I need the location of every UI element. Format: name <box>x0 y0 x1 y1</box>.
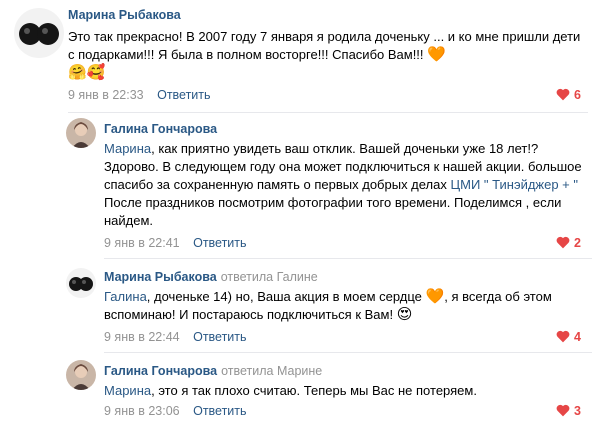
mention-link[interactable]: Марина <box>104 141 151 156</box>
comment-text: Марина, как приятно увидеть ваш отклик. … <box>104 140 592 230</box>
comment-body: , это я так плохо считаю. Теперь мы Вас … <box>151 383 477 398</box>
heart-icon <box>556 404 570 417</box>
comment-1: Марина Рыбакова Это так прекрасно! В 200… <box>0 0 600 110</box>
replied-to[interactable]: ответила Галине <box>221 270 318 284</box>
comment-author[interactable]: Галина Гончарова ответила Марине <box>104 364 322 378</box>
avatar-image <box>14 8 64 58</box>
comment-meta: 9 янв в 22:44 Ответить <box>104 330 247 344</box>
replied-to[interactable]: ответила Марине <box>221 364 322 378</box>
mention-link[interactable]: Марина <box>104 383 151 398</box>
mention-link[interactable]: Галина <box>104 289 147 304</box>
avatar-marina[interactable] <box>14 8 64 58</box>
comment-date[interactable]: 9 янв в 22:44 <box>104 330 180 344</box>
avatar-image <box>66 360 96 390</box>
like-count: 3 <box>574 404 581 418</box>
comment-author[interactable]: Марина Рыбакова <box>68 8 181 22</box>
hug-emoji: 🤗🥰 <box>68 64 106 81</box>
comment-3: Марина Рыбакова ответила Галине Галина, д… <box>0 258 600 354</box>
avatar-marina[interactable] <box>66 268 96 298</box>
comment-meta: 9 янв в 23:06 Ответить <box>104 404 247 418</box>
org-link[interactable]: ЦМИ " Тинэйджер + " <box>451 177 579 192</box>
heart-eyes-emoji: 😍 <box>396 306 413 323</box>
avatar-galina[interactable] <box>66 118 96 148</box>
like-button[interactable]: 6 <box>556 88 581 102</box>
comment-2: Галина Гончарова Марина, как приятно уви… <box>0 112 600 258</box>
comment-text: Это так прекрасно! В 2007 году 7 января … <box>68 28 588 82</box>
avatar-image <box>66 268 96 298</box>
comment-date[interactable]: 9 янв в 22:41 <box>104 236 180 250</box>
heart-icon <box>556 330 570 343</box>
like-count: 2 <box>574 236 581 250</box>
comment-author[interactable]: Марина Рыбакова ответила Галине <box>104 270 318 284</box>
avatar-image <box>66 118 96 148</box>
comment-meta: 9 янв в 22:33 Ответить <box>68 88 211 102</box>
author-name[interactable]: Галина Гончарова <box>104 364 217 378</box>
author-name[interactable]: Марина Рыбакова <box>104 270 217 284</box>
comment-4: Галина Гончарова ответила Марине Марина, … <box>0 352 600 427</box>
comment-body: , доченьке 14) но, Ваша акция в моем сер… <box>146 289 426 304</box>
like-button[interactable]: 2 <box>556 236 581 250</box>
reply-button[interactable]: Ответить <box>193 236 246 250</box>
like-button[interactable]: 4 <box>556 330 581 344</box>
comment-text: Марина, это я так плохо считаю. Теперь м… <box>104 382 584 400</box>
reply-button[interactable]: Ответить <box>193 330 246 344</box>
like-count: 6 <box>574 88 581 102</box>
heart-icon <box>556 236 570 249</box>
comment-body-cont: После праздников посмотрим фотографии то… <box>104 195 562 228</box>
reply-button[interactable]: Ответить <box>157 88 210 102</box>
comment-meta: 9 янв в 22:41 Ответить <box>104 236 247 250</box>
reply-button[interactable]: Ответить <box>193 404 246 418</box>
orange-heart-emoji: 🧡 <box>427 46 446 63</box>
heart-icon <box>556 88 570 101</box>
comment-author[interactable]: Галина Гончарова <box>104 122 217 136</box>
like-button[interactable]: 3 <box>556 404 581 418</box>
comment-text: Галина, доченьке 14) но, Ваша акция в мо… <box>104 288 574 324</box>
orange-heart-emoji: 🧡 <box>425 288 445 305</box>
avatar-galina[interactable] <box>66 360 96 390</box>
comment-date[interactable]: 9 янв в 23:06 <box>104 404 180 418</box>
comment-body: Это так прекрасно! В 2007 году 7 января … <box>68 29 581 62</box>
comment-date[interactable]: 9 янв в 22:33 <box>68 88 144 102</box>
like-count: 4 <box>574 330 581 344</box>
